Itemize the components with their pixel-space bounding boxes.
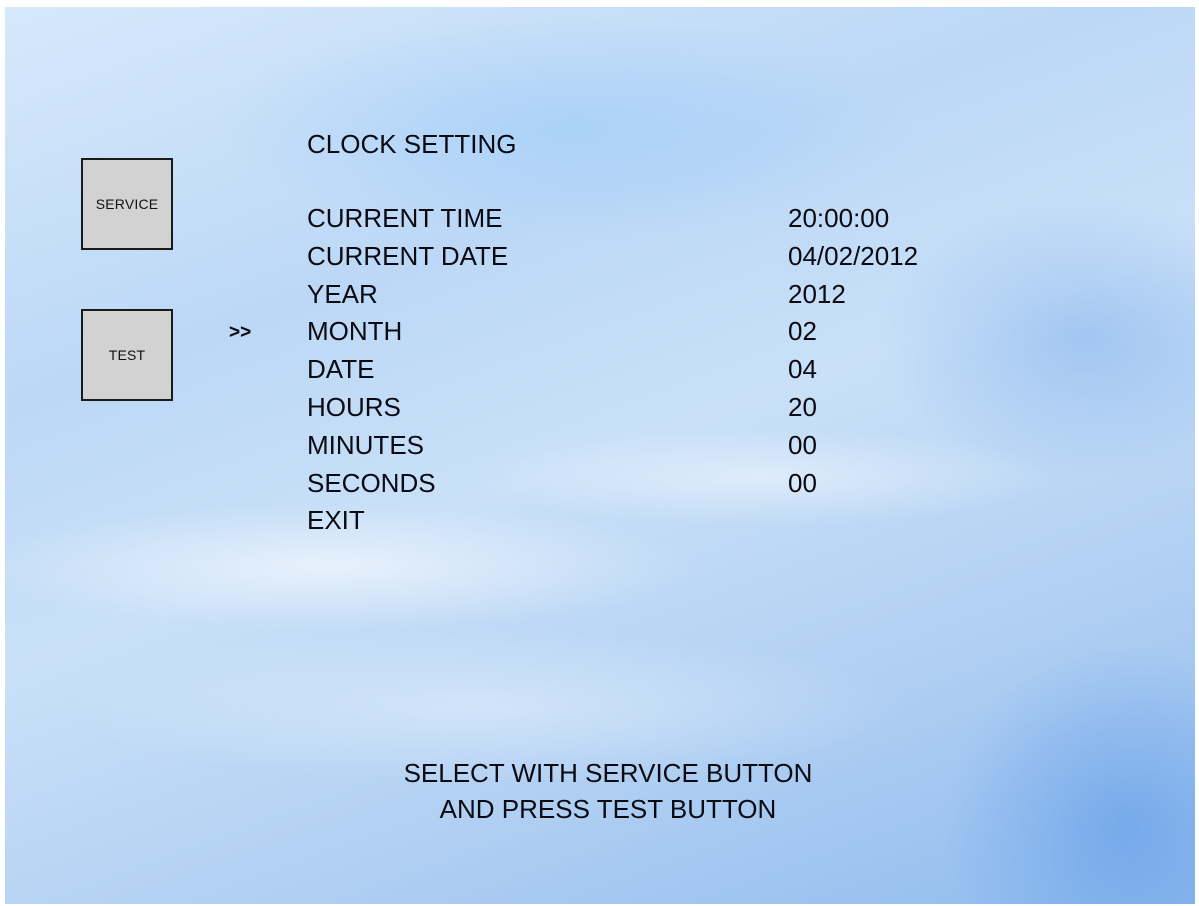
menu-item-value: 2012: [788, 278, 846, 309]
menu-item-label: DATE: [307, 354, 375, 385]
menu-item-value: 00: [788, 467, 817, 498]
menu-item-label: YEAR: [307, 278, 378, 309]
menu-item-label: CURRENT DATE: [307, 240, 509, 271]
menu-item-current-date[interactable]: CURRENT DATE 04/02/2012: [5, 240, 1195, 278]
menu-item-date[interactable]: DATE 04: [5, 353, 1195, 391]
menu-item-label: MONTH: [307, 316, 403, 347]
menu-item-label: HOURS: [307, 391, 401, 422]
selection-cursor: >>: [229, 322, 252, 344]
settings-menu: CURRENT TIME 20:00:00 CURRENT DATE 04/02…: [5, 202, 1195, 542]
menu-item-label: SECONDS: [307, 467, 436, 498]
menu-item-exit[interactable]: EXIT: [5, 504, 1195, 542]
menu-item-hours[interactable]: HOURS 20: [5, 391, 1195, 429]
instructions: SELECT WITH SERVICE BUTTON AND PRESS TES…: [5, 755, 1195, 827]
instruction-line-1: SELECT WITH SERVICE BUTTON: [403, 758, 813, 788]
menu-item-year[interactable]: YEAR 2012: [5, 278, 1195, 316]
menu-item-label: EXIT: [307, 505, 365, 536]
menu-item-month[interactable]: >> MONTH 02: [5, 315, 1195, 353]
menu-item-minutes[interactable]: MINUTES 00: [5, 429, 1195, 467]
menu-item-value: 20:00:00: [788, 203, 890, 233]
menu-item-seconds[interactable]: SECONDS 00: [5, 467, 1195, 505]
menu-item-value: 20: [788, 391, 817, 422]
menu-item-current-time[interactable]: CURRENT TIME 20:00:00: [5, 202, 1195, 240]
menu-item-value: 00: [788, 429, 817, 460]
menu-item-label: MINUTES: [307, 429, 424, 460]
menu-item-value: 04: [788, 354, 817, 385]
instruction-line-2: AND PRESS TEST BUTTON: [439, 794, 777, 824]
clock-setting-screen: SERVICE TEST CLOCK SETTING CURRENT TIME …: [5, 7, 1195, 904]
page-title: CLOCK SETTING: [307, 129, 517, 159]
menu-item-value: 02: [788, 316, 817, 347]
menu-item-value: 04/02/2012: [788, 240, 919, 271]
menu-item-label: CURRENT TIME: [307, 203, 503, 233]
